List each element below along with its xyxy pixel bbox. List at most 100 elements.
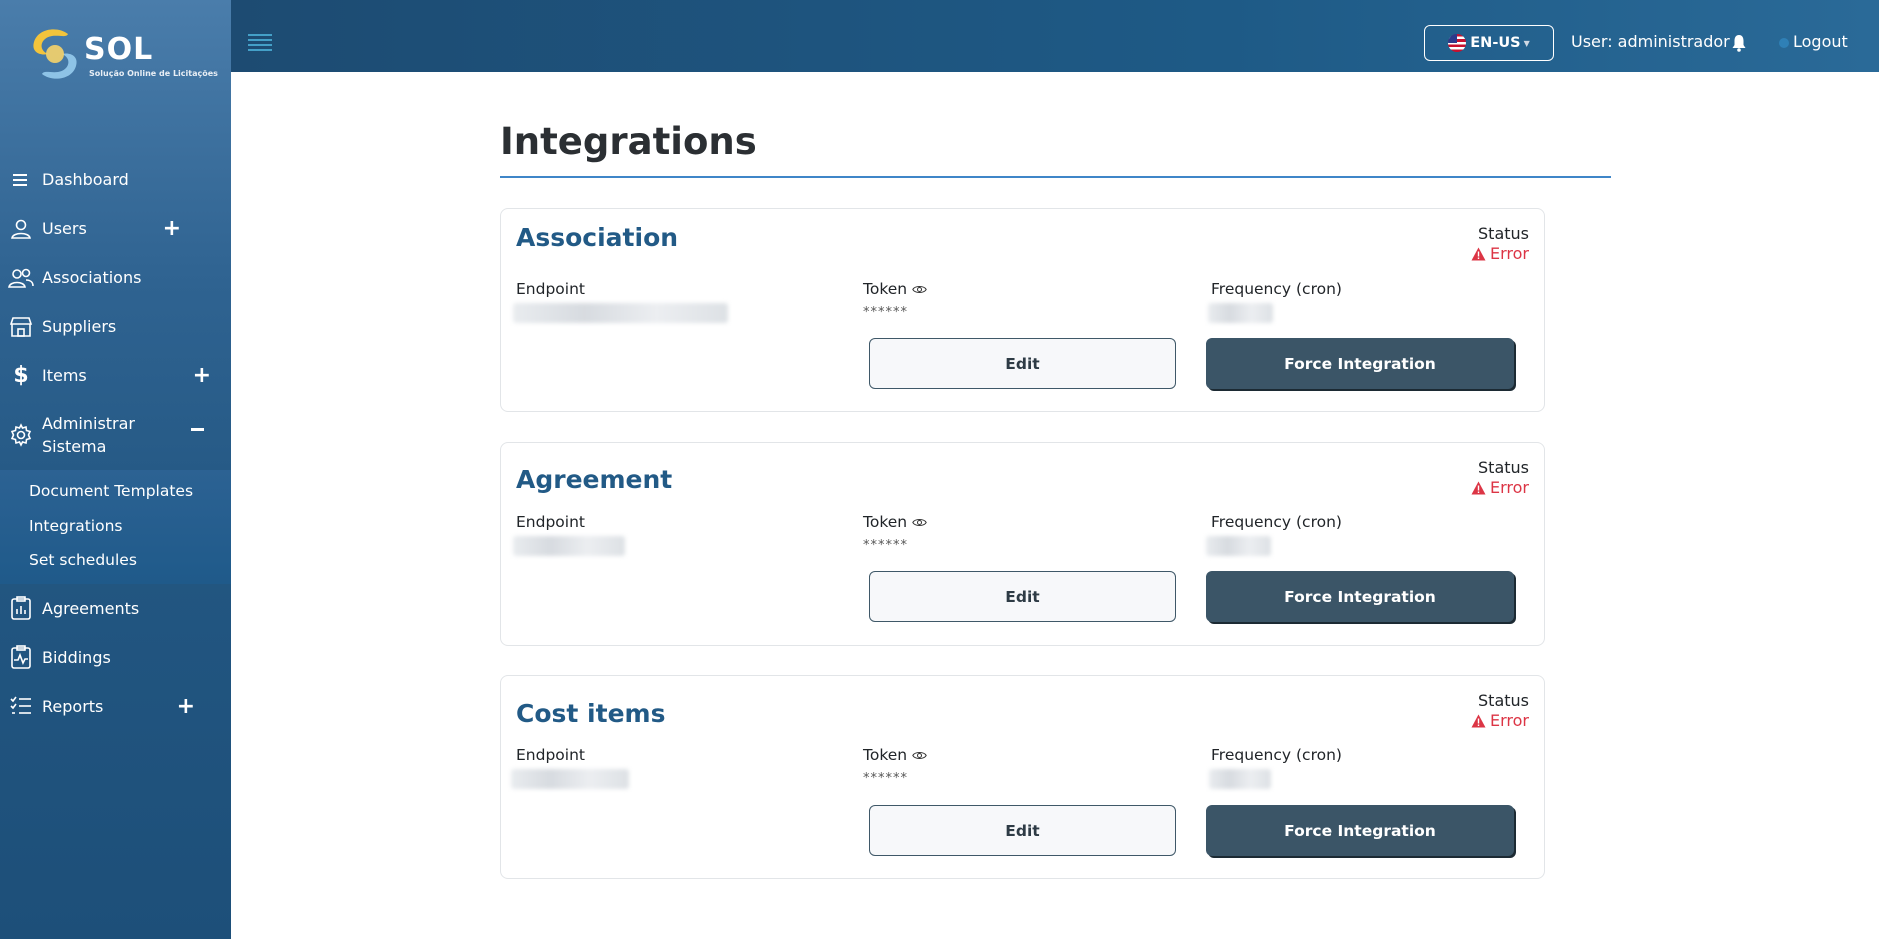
- integration-card-association: Association Status Error Endpoint Token …: [500, 208, 1545, 412]
- expand-plus-icon[interactable]: +: [177, 694, 195, 719]
- token-label: Token: [863, 746, 927, 764]
- frequency-value-redacted: [1209, 769, 1271, 789]
- submenu-item-integrations[interactable]: Integrations: [0, 509, 231, 544]
- hamburger-icon[interactable]: [248, 34, 272, 54]
- clipboard-chart-icon: [8, 595, 34, 621]
- force-integration-button[interactable]: Force Integration: [1206, 805, 1514, 856]
- token-label-text: Token: [863, 513, 908, 531]
- force-integration-button[interactable]: Force Integration: [1206, 571, 1514, 622]
- status-label: Status: [1478, 458, 1529, 477]
- warning-icon: [1471, 247, 1486, 260]
- eye-icon[interactable]: [912, 750, 927, 761]
- logout-link[interactable]: Logout: [1779, 32, 1848, 51]
- status-label: Status: [1478, 224, 1529, 243]
- eye-icon[interactable]: [912, 517, 927, 528]
- token-label-text: Token: [863, 746, 908, 764]
- integration-card-cost-items: Cost items Status Error Endpoint Token F…: [500, 675, 1545, 879]
- status-label: Status: [1478, 691, 1529, 710]
- integration-name: Agreement: [516, 465, 673, 494]
- clipboard-pulse-icon: [8, 644, 34, 670]
- language-label: EN-US: [1470, 35, 1521, 51]
- sidebar-item-biddings[interactable]: Biddings: [0, 633, 231, 682]
- gear-icon: [8, 422, 34, 448]
- status-value: Error: [1490, 711, 1529, 730]
- submenu-item-document-templates[interactable]: Document Templates: [0, 474, 231, 509]
- sol-logo-icon: [33, 29, 77, 79]
- token-value: ******: [863, 538, 908, 553]
- edit-button[interactable]: Edit: [869, 805, 1176, 856]
- sidebar-item-dashboard[interactable]: Dashboard: [0, 155, 231, 204]
- token-label: Token: [863, 280, 927, 298]
- bell-icon[interactable]: [1731, 34, 1747, 52]
- logout-icon: [1779, 37, 1789, 48]
- sidebar-item-label: Dashboard: [42, 170, 129, 189]
- user-icon: [8, 216, 34, 242]
- integration-card-agreement: Agreement Status Error Endpoint Token Fr…: [500, 442, 1545, 646]
- frequency-value-redacted: [1206, 536, 1271, 556]
- collapse-minus-icon[interactable]: [191, 428, 204, 431]
- sidebar-item-label: Administrar Sistema: [42, 414, 136, 456]
- token-value: ******: [863, 305, 908, 320]
- brand-name: SOL: [84, 32, 154, 67]
- menu-lines-icon: [8, 167, 34, 193]
- endpoint-value-redacted: [513, 303, 728, 323]
- sidebar-item-label: Associations: [42, 268, 142, 287]
- sidebar-item-agreements[interactable]: Agreements: [0, 584, 231, 633]
- sidebar: SOL Solução Online de Licitações Dashboa…: [0, 0, 231, 939]
- sidebar-item-users[interactable]: Users +: [0, 204, 231, 253]
- endpoint-label: Endpoint: [516, 746, 585, 764]
- status-value: Error: [1490, 478, 1529, 497]
- sidebar-item-label: Users: [42, 219, 87, 238]
- chevron-down-icon: ▼: [1523, 38, 1530, 48]
- warning-icon: [1471, 714, 1486, 727]
- users-group-icon: [8, 265, 34, 291]
- current-user: User: administrador: [1571, 32, 1730, 51]
- sidebar-item-label: Items: [42, 366, 87, 385]
- sidebar-item-reports[interactable]: Reports +: [0, 682, 231, 731]
- sidebar-item-associations[interactable]: Associations: [0, 253, 231, 302]
- frequency-value-redacted: [1208, 303, 1273, 323]
- endpoint-label: Endpoint: [516, 280, 585, 298]
- sidebar-item-label: Reports: [42, 696, 104, 716]
- sol-logo[interactable]: SOL Solução Online de Licitações: [28, 26, 218, 86]
- store-icon: [8, 314, 34, 340]
- sidebar-item-administrar-sistema[interactable]: Administrar Sistema: [0, 400, 231, 470]
- edit-button[interactable]: Edit: [869, 338, 1176, 389]
- page-title: Integrations: [500, 120, 757, 163]
- status-badge: Error: [1471, 244, 1529, 263]
- frequency-label: Frequency (cron): [1211, 280, 1342, 298]
- sidebar-item-label: Agreements: [42, 598, 140, 618]
- sidebar-item-suppliers[interactable]: Suppliers: [0, 302, 231, 351]
- topbar: EN-US ▼ User: administrador Logout: [231, 0, 1879, 72]
- integration-name: Association: [516, 223, 679, 252]
- token-label: Token: [863, 513, 927, 531]
- token-value: ******: [863, 771, 908, 786]
- warning-icon: [1471, 481, 1486, 494]
- endpoint-label: Endpoint: [516, 513, 585, 531]
- sidebar-item-items[interactable]: $ Items +: [0, 351, 231, 400]
- expand-plus-icon[interactable]: +: [163, 216, 181, 241]
- sidebar-nav: Dashboard Users + Associations Suppliers…: [0, 155, 231, 731]
- frequency-label: Frequency (cron): [1211, 513, 1342, 531]
- token-label-text: Token: [863, 280, 908, 298]
- submenu-item-set-schedules[interactable]: Set schedules: [0, 543, 231, 578]
- admin-submenu: Document Templates Integrations Set sche…: [0, 470, 231, 584]
- expand-plus-icon[interactable]: +: [193, 363, 211, 388]
- language-selector[interactable]: EN-US ▼: [1424, 25, 1554, 61]
- endpoint-value-redacted: [513, 536, 625, 556]
- edit-button[interactable]: Edit: [869, 571, 1176, 622]
- integration-name: Cost items: [516, 699, 666, 728]
- sidebar-item-label: Biddings: [42, 647, 111, 667]
- brand-tagline: Solução Online de Licitações: [89, 69, 218, 78]
- status-badge: Error: [1471, 478, 1529, 497]
- us-flag-icon: [1448, 34, 1467, 52]
- title-divider: [500, 176, 1611, 178]
- logout-label: Logout: [1793, 32, 1848, 51]
- eye-icon[interactable]: [912, 284, 927, 295]
- force-integration-button[interactable]: Force Integration: [1206, 338, 1514, 389]
- checklist-icon: [8, 693, 34, 719]
- sidebar-item-label: Suppliers: [42, 317, 117, 336]
- endpoint-value-redacted: [511, 769, 629, 789]
- status-badge: Error: [1471, 711, 1529, 730]
- dollar-icon: $: [13, 363, 29, 388]
